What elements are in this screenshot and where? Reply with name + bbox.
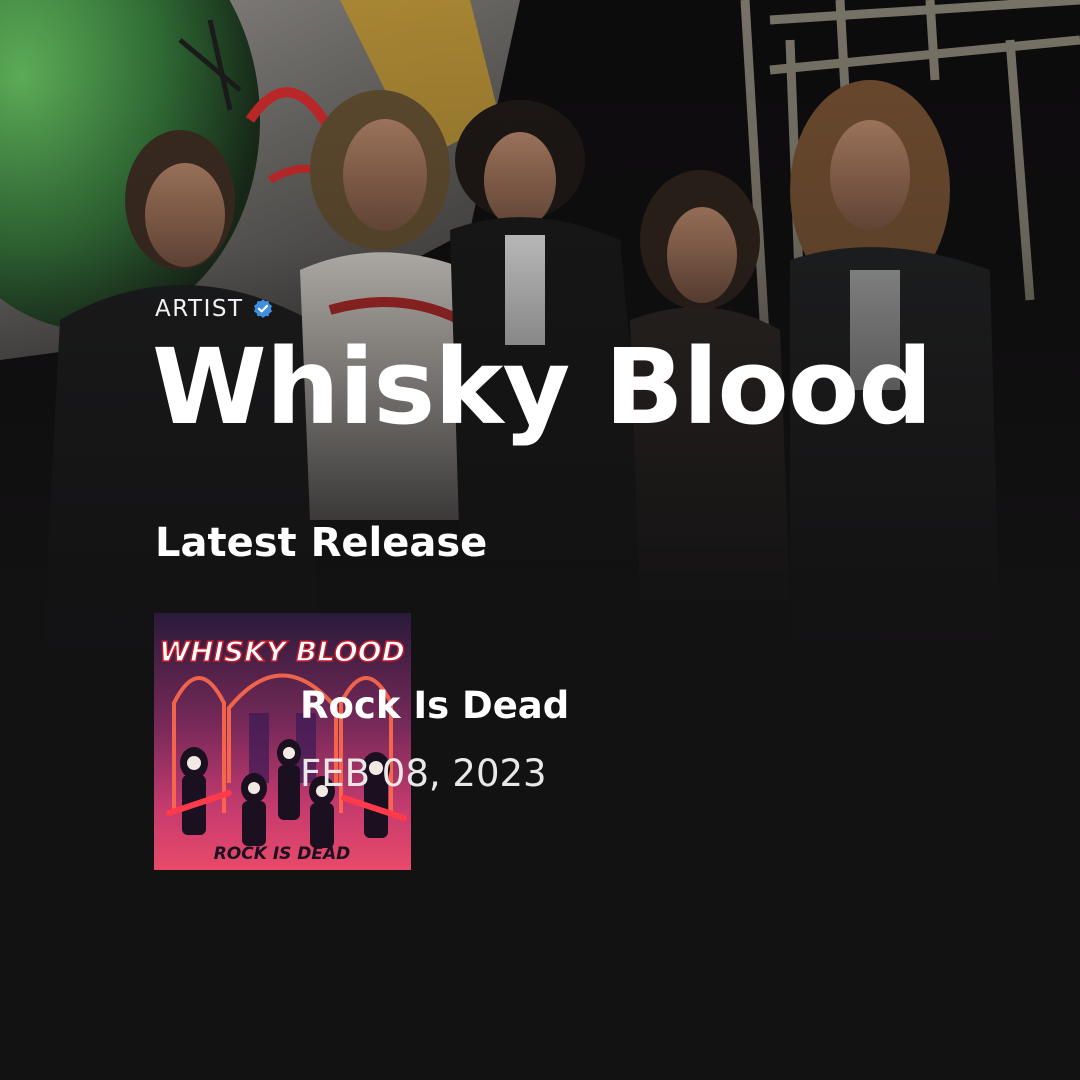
cover-band-logo: WHISKY BLOOD — [159, 635, 405, 668]
artist-type-text: ARTIST — [155, 296, 244, 322]
artist-page: ARTIST Whisky Blood Latest Release WHISK… — [0, 0, 1080, 1080]
latest-release-heading: Latest Release — [155, 520, 488, 566]
album-cover-art[interactable]: WHISKY BLOOD ROCK IS DEAD — [154, 613, 411, 870]
artist-name: Whisky Blood — [152, 326, 933, 448]
artist-type-label: ARTIST — [155, 296, 274, 322]
cover-album-title: ROCK IS DEAD — [214, 844, 351, 864]
release-title[interactable]: Rock Is Dead — [300, 684, 569, 727]
latest-release-card[interactable]: WHISKY BLOOD ROCK IS DEAD — [154, 613, 754, 871]
release-date: FEB 08, 2023 — [300, 752, 547, 795]
verified-check-icon — [252, 298, 274, 320]
